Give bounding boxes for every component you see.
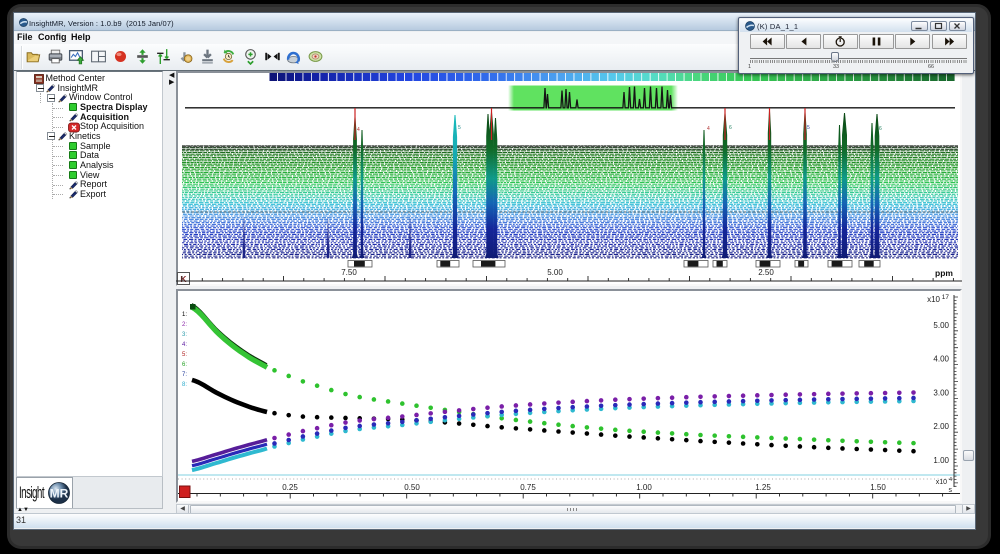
svg-text:6: 6 xyxy=(729,125,732,131)
svg-text:4: 4 xyxy=(707,126,710,132)
svg-text:8:: 8: xyxy=(182,382,187,388)
svg-text:2.00: 2.00 xyxy=(933,422,949,431)
svg-text:0.75: 0.75 xyxy=(520,483,536,492)
svg-text:x10: x10 xyxy=(927,295,940,304)
svg-text:2:: 2: xyxy=(182,322,187,328)
svg-text:17: 17 xyxy=(942,294,950,301)
svg-text:5.00: 5.00 xyxy=(933,321,949,330)
svg-text:1.25: 1.25 xyxy=(755,483,771,492)
svg-text:1.50: 1.50 xyxy=(870,483,886,492)
svg-text:4: 4 xyxy=(949,477,952,483)
svg-text:4.00: 4.00 xyxy=(933,355,949,364)
svg-text:6:: 6: xyxy=(182,362,187,368)
svg-text:MR: MR xyxy=(50,487,69,501)
svg-text:s: s xyxy=(949,487,953,494)
svg-text:3:: 3: xyxy=(182,332,187,338)
svg-text:1.00: 1.00 xyxy=(636,483,652,492)
svg-text:6: 6 xyxy=(879,126,882,132)
svg-text:1.00: 1.00 xyxy=(933,456,949,465)
svg-text:5:: 5: xyxy=(182,352,187,358)
svg-text:7:: 7: xyxy=(182,372,187,378)
svg-text:5: 5 xyxy=(458,125,461,131)
svg-text:1:: 1: xyxy=(182,312,187,318)
svg-text:0.25: 0.25 xyxy=(282,483,298,492)
svg-text:4: 4 xyxy=(357,127,360,133)
svg-text:4:: 4: xyxy=(182,342,187,348)
svg-text:x10: x10 xyxy=(936,479,947,486)
svg-text:0.50: 0.50 xyxy=(404,483,420,492)
svg-text:3.00: 3.00 xyxy=(933,388,949,397)
svg-text:5: 5 xyxy=(807,125,810,131)
